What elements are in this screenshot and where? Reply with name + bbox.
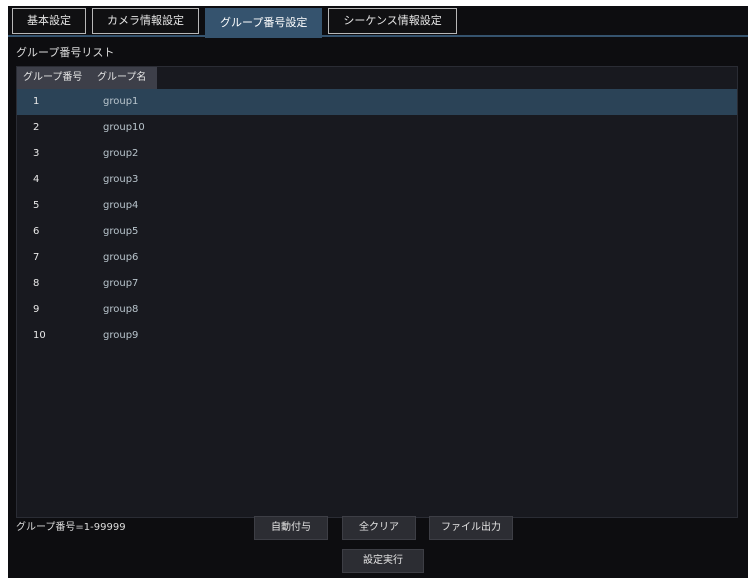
table-row[interactable]: 8 group7 [17, 271, 737, 297]
group-name: group2 [103, 148, 139, 159]
group-number: 6 [33, 226, 40, 237]
group-number: 9 [33, 304, 40, 315]
apply-settings-button[interactable]: 設定実行 [342, 549, 424, 573]
list-title: グループ番号リスト [16, 46, 115, 59]
group-number: 5 [33, 200, 40, 211]
group-name: group9 [103, 330, 139, 341]
group-name: group3 [103, 174, 139, 185]
column-header-number[interactable]: グループ番号 [17, 67, 91, 89]
table-row[interactable]: 2 group10 [17, 115, 737, 141]
table-row[interactable]: 10 group9 [17, 323, 737, 349]
group-number: 3 [33, 148, 40, 159]
group-name: group7 [103, 278, 139, 289]
table-row[interactable]: 5 group4 [17, 193, 737, 219]
table-row[interactable]: 6 group5 [17, 219, 737, 245]
group-name: group5 [103, 226, 139, 237]
table-row[interactable]: 9 group8 [17, 297, 737, 323]
group-table: グループ番号 グループ名 1 group1 2 group10 3 group2… [16, 66, 738, 518]
group-name: group6 [103, 252, 139, 263]
group-number-range: グループ番号=1-99999 [16, 522, 126, 533]
group-number: 4 [33, 174, 40, 185]
table-row[interactable]: 3 group2 [17, 141, 737, 167]
group-number: 8 [33, 278, 40, 289]
group-number: 7 [33, 252, 40, 263]
tab-bar: 基本設定 カメラ情報設定 グループ番号設定 シーケンス情報設定 [12, 8, 457, 38]
clear-all-button[interactable]: 全クリア [342, 516, 416, 540]
tab-basic-settings[interactable]: 基本設定 [12, 8, 86, 34]
group-name: group8 [103, 304, 139, 315]
group-name: group4 [103, 200, 139, 211]
group-number: 2 [33, 122, 40, 133]
group-name: group1 [103, 96, 139, 107]
file-output-button[interactable]: ファイル出力 [429, 516, 513, 540]
tab-underline [8, 35, 748, 37]
column-header-name[interactable]: グループ名 [91, 67, 146, 89]
tab-group-number[interactable]: グループ番号設定 [205, 8, 323, 38]
settings-panel: 基本設定 カメラ情報設定 グループ番号設定 シーケンス情報設定 グループ番号リス… [8, 6, 748, 578]
group-number: 10 [33, 330, 46, 341]
table-row[interactable]: 7 group6 [17, 245, 737, 271]
table-header: グループ番号 グループ名 [17, 67, 157, 89]
group-number: 1 [33, 96, 40, 107]
tab-sequence-info[interactable]: シーケンス情報設定 [328, 8, 457, 34]
auto-assign-button[interactable]: 自動付与 [254, 516, 328, 540]
table-row[interactable]: 1 group1 [17, 89, 737, 115]
group-name: group10 [103, 122, 145, 133]
table-row[interactable]: 4 group3 [17, 167, 737, 193]
tab-camera-info[interactable]: カメラ情報設定 [92, 8, 199, 34]
